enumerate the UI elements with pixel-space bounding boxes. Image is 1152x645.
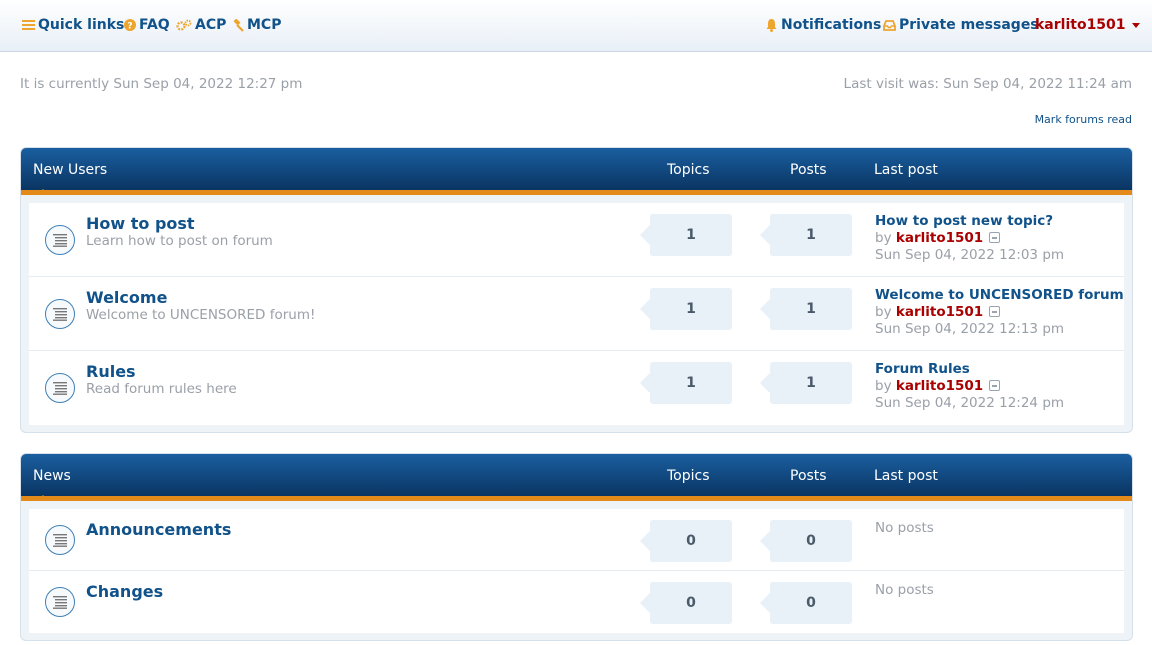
category-new-users: New Users Topics Posts Last post How to … (20, 147, 1133, 433)
view-latest-post-icon[interactable] (989, 232, 1001, 243)
faq-label: FAQ (139, 17, 170, 33)
topics-count: 0 (640, 582, 732, 624)
header-caret (37, 495, 49, 501)
acp-label: ACP (195, 17, 227, 33)
topics-count: 1 (640, 214, 732, 256)
forum-title[interactable]: How to post (86, 214, 195, 233)
by-label: by (875, 230, 892, 246)
mcp-link[interactable]: MCP (231, 15, 281, 35)
column-last-post-header: Last post (874, 162, 938, 178)
last-post-author[interactable]: karlito1501 (896, 378, 983, 394)
posts-count: 1 (760, 214, 852, 256)
forum-row: Rules Read forum rules here 1 1 Forum Ru… (29, 351, 1124, 425)
forum-title[interactable]: Rules (86, 362, 136, 381)
forum-title[interactable]: Announcements (86, 520, 231, 539)
inbox-icon (883, 19, 896, 31)
last-visit: Last visit was: Sun Sep 04, 2022 11:24 a… (843, 76, 1132, 92)
acp-link[interactable]: ACP (176, 15, 226, 35)
gavel-icon (231, 18, 244, 32)
no-posts-label: No posts (875, 520, 934, 536)
topics-count: 1 (640, 288, 732, 330)
column-topics-header: Topics (667, 162, 710, 178)
topics-count: 0 (640, 520, 732, 562)
private-messages-link[interactable]: Private messages (883, 15, 1039, 35)
bell-icon (765, 18, 778, 32)
last-post-info: How to post new topic? by karlito1501 Su… (875, 213, 1064, 264)
view-latest-post-icon[interactable] (989, 380, 1001, 391)
category-header: News Topics Posts Last post (21, 454, 1132, 501)
forum-description: Read forum rules here (86, 381, 237, 397)
no-posts-label: No posts (875, 582, 934, 598)
last-post-date: Sun Sep 04, 2022 12:13 pm (875, 321, 1065, 337)
notifications-link[interactable]: Notifications (765, 15, 881, 35)
forum-description: Welcome to UNCENSORED forum! (86, 307, 316, 323)
forum-description: Learn how to post on forum (86, 233, 273, 249)
last-post-title[interactable]: Forum Rules (875, 361, 1064, 378)
last-post-title[interactable]: Welcome to UNCENSORED forum (875, 287, 1124, 304)
posts-count: 0 (760, 582, 852, 624)
username-label: karlito1501 (1035, 17, 1126, 33)
column-posts-header: Posts (790, 468, 827, 484)
top-navbar: Quick links ? FAQ ACP MCP Notifications … (0, 0, 1152, 52)
category-header: New Users Topics Posts Last post (21, 148, 1132, 195)
category-news: News Topics Posts Last post Announcement… (20, 453, 1133, 641)
notifications-label: Notifications (781, 17, 882, 33)
column-last-post-header: Last post (874, 468, 938, 484)
mcp-label: MCP (247, 17, 282, 33)
posts-count: 1 (760, 288, 852, 330)
topics-count: 1 (640, 362, 732, 404)
last-post-date: Sun Sep 04, 2022 12:03 pm (875, 247, 1065, 263)
forum-list: How to post Learn how to post on forum 1… (29, 203, 1124, 425)
svg-text:?: ? (127, 22, 132, 32)
last-post-date: Sun Sep 04, 2022 12:24 pm (875, 395, 1065, 411)
by-label: by (875, 378, 892, 394)
column-posts-header: Posts (790, 162, 827, 178)
forum-list: Announcements 0 0 No posts Changes 0 0 N… (29, 509, 1124, 633)
mark-forums-read-link[interactable]: Mark forums read (1035, 113, 1132, 126)
view-latest-post-icon[interactable] (989, 306, 1001, 317)
forum-row: Announcements 0 0 No posts (29, 509, 1124, 571)
quick-links-link[interactable]: Quick links (22, 15, 124, 35)
forum-read-icon (45, 299, 75, 329)
category-title[interactable]: New Users (33, 162, 107, 178)
last-post-title[interactable]: How to post new topic? (875, 213, 1064, 230)
forum-row: Changes 0 0 No posts (29, 571, 1124, 633)
faq-link[interactable]: ? FAQ (124, 15, 170, 35)
last-post-info: Welcome to UNCENSORED forum by karlito15… (875, 287, 1124, 338)
forum-row: Welcome Welcome to UNCENSORED forum! 1 1… (29, 277, 1124, 351)
quick-links-label: Quick links (38, 17, 125, 33)
private-messages-label: Private messages (899, 17, 1039, 33)
category-title[interactable]: News (33, 468, 71, 484)
forum-read-icon (45, 225, 75, 255)
last-post-info: Forum Rules by karlito1501 Sun Sep 04, 2… (875, 361, 1064, 412)
forum-row: How to post Learn how to post on forum 1… (29, 203, 1124, 277)
forum-title[interactable]: Changes (86, 582, 163, 601)
user-menu[interactable]: karlito1501 (1035, 15, 1140, 35)
caret-down-icon (1131, 22, 1140, 28)
hamburger-menu-icon (22, 19, 35, 31)
last-post-author[interactable]: karlito1501 (896, 230, 983, 246)
cogs-icon (176, 19, 192, 32)
forum-title[interactable]: Welcome (86, 288, 167, 307)
forum-read-icon (45, 587, 75, 617)
question-circle-icon: ? (124, 19, 136, 31)
forum-read-icon (45, 373, 75, 403)
last-post-author[interactable]: karlito1501 (896, 304, 983, 320)
current-time: It is currently Sun Sep 04, 2022 12:27 p… (20, 76, 303, 92)
forum-read-icon (45, 525, 75, 555)
posts-count: 1 (760, 362, 852, 404)
header-caret (37, 189, 49, 195)
column-topics-header: Topics (667, 468, 710, 484)
posts-count: 0 (760, 520, 852, 562)
by-label: by (875, 304, 892, 320)
